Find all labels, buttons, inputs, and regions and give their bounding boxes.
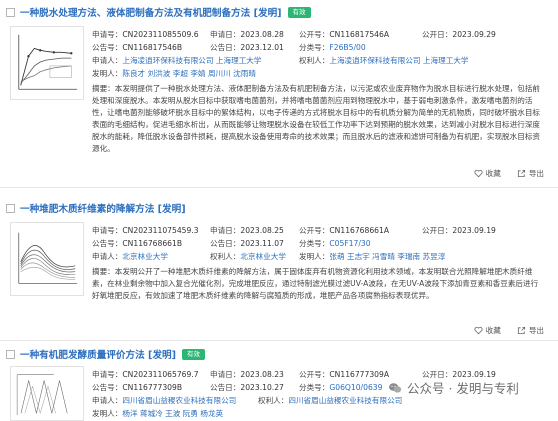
field-label: 权利人： xyxy=(258,396,289,405)
collect-button[interactable]: 收藏 xyxy=(474,168,501,179)
field-label: 申请人： xyxy=(92,396,123,405)
classification-link[interactable]: F26B5/00 xyxy=(329,43,365,52)
abstract-text: 摘要：本发明公开了一种堆肥木质纤维素的降解方法，属于固体废弃有机物资源化利用技术… xyxy=(92,267,539,300)
watermark-text: 公众号 · 发明与专利 xyxy=(407,381,519,396)
result-title-link[interactable]: 一种有机肥发酵质量评价方法 [发明] xyxy=(20,347,176,361)
classification-link[interactable]: C05F17/30 xyxy=(329,239,370,248)
field-label: 公开号： xyxy=(299,226,330,235)
field-label: 申请号： xyxy=(92,30,123,39)
export-label: 导出 xyxy=(528,326,544,335)
field-value: CN116777309B xyxy=(122,383,183,392)
diagram-thumbnail-icon xyxy=(16,374,68,416)
export-icon xyxy=(517,169,525,178)
inventor-links[interactable]: 陈良才 刘洪波 李超 李婧 周川川 沈雨晴 xyxy=(122,69,256,78)
select-checkbox[interactable] xyxy=(6,7,15,17)
field-value: 2023.08.23 xyxy=(240,370,284,379)
field-label: 分类号： xyxy=(299,239,330,248)
field-label: 申请日： xyxy=(210,226,241,235)
collect-label: 收藏 xyxy=(485,169,501,178)
field-value: CN116817546A xyxy=(329,30,390,39)
line-chart-thumbnail-icon xyxy=(18,232,78,284)
patent-drawing-thumbnail[interactable] xyxy=(10,26,84,100)
field-value: CN202311075459.3 xyxy=(122,226,199,235)
divider xyxy=(0,340,558,341)
select-checkbox[interactable] xyxy=(6,349,15,359)
field-label: 公开日： xyxy=(422,226,453,235)
divider xyxy=(0,187,558,188)
field-value: CN116777309A xyxy=(329,370,390,379)
field-label: 公告日： xyxy=(210,383,241,392)
inventor-links[interactable]: 张萌 王志宇 冯雪晴 李瑞南 苏昱淳 xyxy=(329,252,445,261)
field-value: 2023.09.19 xyxy=(452,226,496,235)
result-title-link[interactable]: 一种脱水处理方法、液体肥制备方法及有机肥制备方法 [发明] xyxy=(20,5,282,19)
heart-icon xyxy=(474,326,483,335)
export-button[interactable]: 导出 xyxy=(517,168,544,179)
field-label: 公告号： xyxy=(92,383,123,392)
rights-holder-link[interactable]: 四川省眉山益稷农业科技有限公司 xyxy=(288,396,402,405)
field-label: 分类号： xyxy=(299,383,330,392)
result-title-row: 一种脱水处理方法、液体肥制备方法及有机肥制备方法 [发明] 有效 xyxy=(6,5,311,19)
field-value: 2023.10.27 xyxy=(240,383,284,392)
heart-icon xyxy=(474,169,483,178)
field-label: 申请人： xyxy=(92,252,123,261)
field-value: 2023.12.01 xyxy=(240,43,284,52)
field-value: CN116768661B xyxy=(122,239,183,248)
abstract-text: 摘要：本发明提供了一种脱水处理方法、液体肥制备方法及有机肥制备方法，以污泥或农业… xyxy=(92,84,541,153)
field-label: 申请人： xyxy=(92,56,123,65)
watermark: 公众号 · 发明与专利 xyxy=(388,378,519,397)
field-value: CN116768661A xyxy=(329,226,390,235)
export-label: 导出 xyxy=(528,169,544,178)
export-icon xyxy=(517,326,525,335)
result-title-row: 一种堆肥木质纤维素的降解方法 [发明] xyxy=(6,201,186,215)
collect-label: 收藏 xyxy=(485,326,501,335)
field-label: 权利人： xyxy=(299,56,330,65)
rights-holder-link[interactable]: 北京林业大学 xyxy=(240,252,286,261)
field-label: 公开日： xyxy=(422,30,453,39)
classification-link[interactable]: G06Q10/0639 xyxy=(329,383,382,392)
field-label: 公告日： xyxy=(210,43,241,52)
field-value: CN116817546B xyxy=(122,43,183,52)
field-label: 发明人： xyxy=(299,252,330,261)
field-value: 2023.08.25 xyxy=(240,226,284,235)
field-label: 发明人： xyxy=(92,69,123,78)
line-chart-thumbnail-icon xyxy=(18,34,78,90)
field-value: 2023.11.07 xyxy=(240,239,284,248)
applicant-link[interactable]: 上海凌逍环保科技有限公司 上海理工大学 xyxy=(122,56,261,65)
result-title-link[interactable]: 一种堆肥木质纤维素的降解方法 [发明] xyxy=(20,201,186,215)
patent-drawing-thumbnail[interactable] xyxy=(10,222,84,296)
applicant-link[interactable]: 北京林业大学 xyxy=(122,252,168,261)
patent-drawing-thumbnail[interactable] xyxy=(10,366,84,421)
rights-holder-link[interactable]: 上海凌逍环保科技有限公司 上海理工大学 xyxy=(329,56,468,65)
export-button[interactable]: 导出 xyxy=(517,325,544,336)
field-label: 分类号： xyxy=(299,43,330,52)
field-label: 权利人： xyxy=(210,252,241,261)
field-label: 申请号： xyxy=(92,370,123,379)
select-checkbox[interactable] xyxy=(6,203,15,213)
field-value: 2023.08.28 xyxy=(240,30,284,39)
field-label: 公告号： xyxy=(92,43,123,52)
wechat-icon xyxy=(389,382,402,393)
field-label: 公开号： xyxy=(299,30,330,39)
collect-button[interactable]: 收藏 xyxy=(474,325,501,336)
status-badge: 有效 xyxy=(287,6,311,18)
field-label: 申请日： xyxy=(210,30,241,39)
result-title-row: 一种有机肥发酵质量评价方法 [发明] 有效 xyxy=(6,347,206,361)
field-value: CN202311065769.7 xyxy=(122,370,199,379)
field-label: 公告号： xyxy=(92,239,123,248)
field-label: 公告日： xyxy=(210,239,241,248)
field-label: 公开号： xyxy=(299,370,330,379)
applicant-link[interactable]: 四川省眉山益稷农业科技有限公司 xyxy=(122,396,236,405)
field-label: 申请日： xyxy=(210,370,241,379)
field-label: 发明人： xyxy=(92,409,123,418)
field-value: CN202311085509.6 xyxy=(122,30,199,39)
field-value: 2023.09.29 xyxy=(452,30,496,39)
status-badge: 有效 xyxy=(182,348,206,360)
inventor-links[interactable]: 杨洋 蒋城冷 王波 阮勇 杨龙英 xyxy=(122,409,223,418)
result-actions: 收藏 导出 xyxy=(474,325,544,336)
result-actions: 收藏 导出 xyxy=(474,168,544,179)
field-label: 申请号： xyxy=(92,226,123,235)
